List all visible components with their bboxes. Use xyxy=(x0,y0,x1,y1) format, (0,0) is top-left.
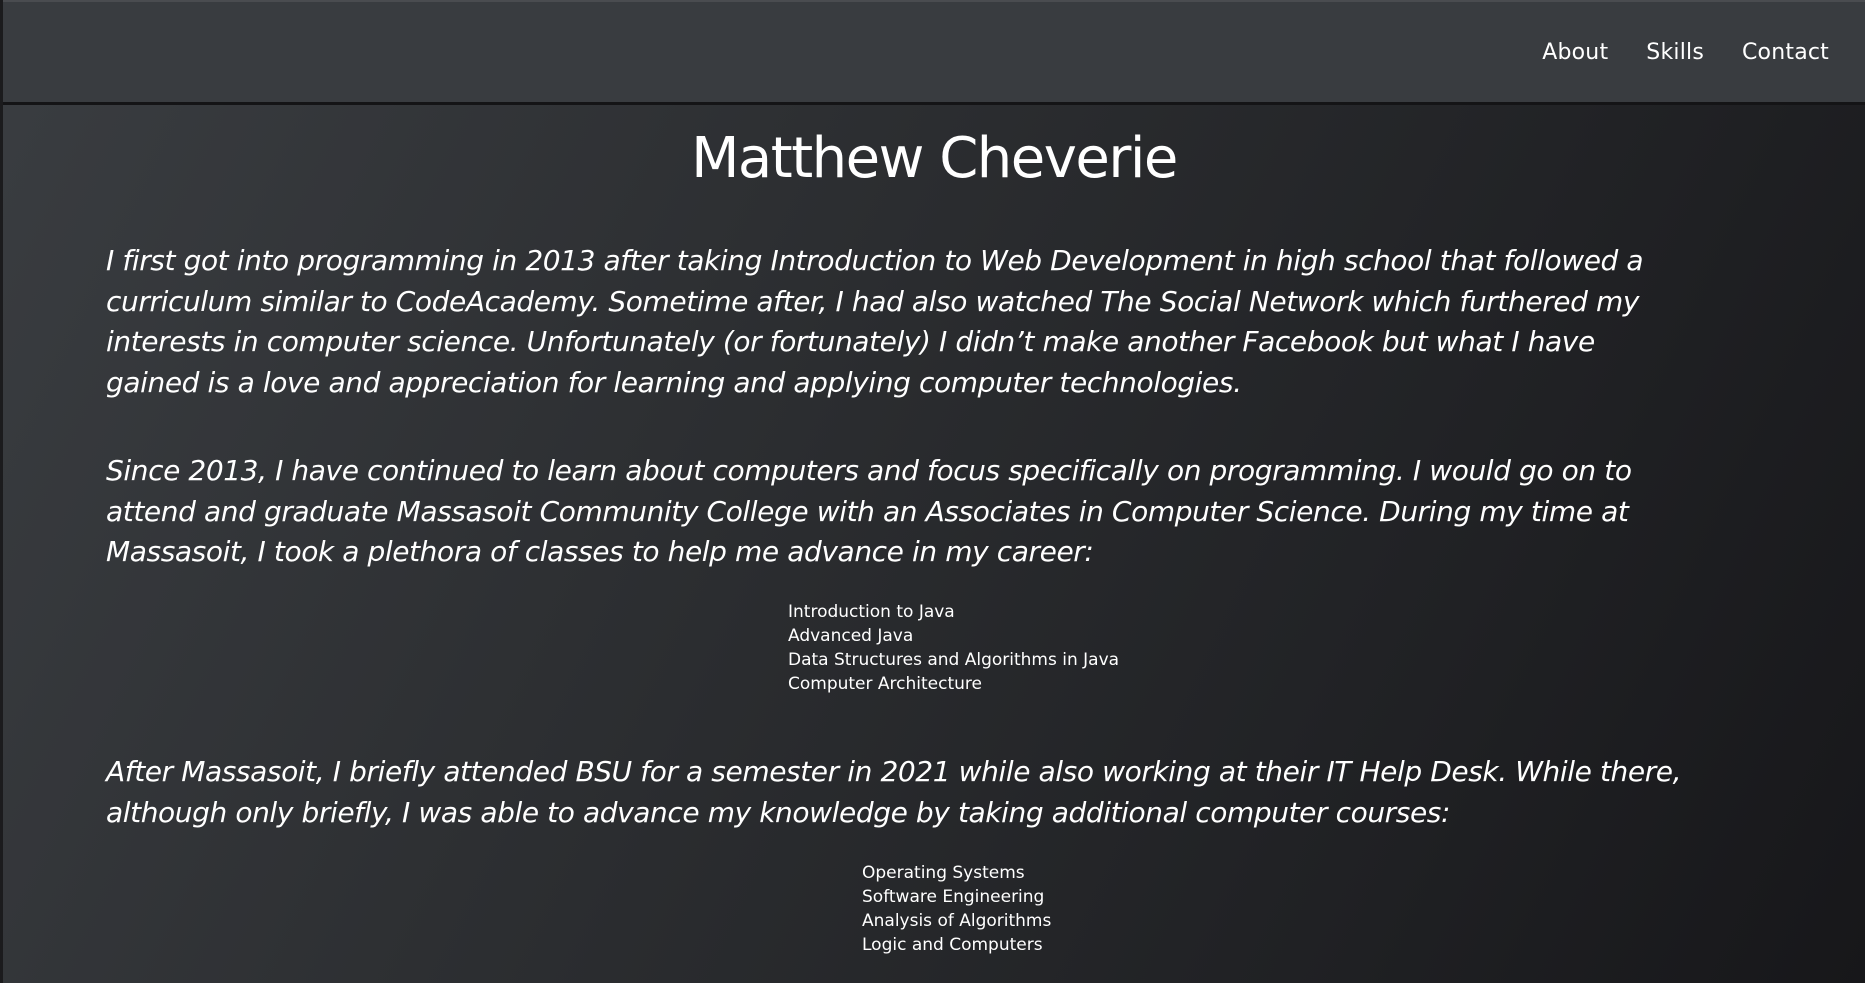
navbar: About Skills Contact xyxy=(3,0,1865,105)
massasoit-course-list: Introduction to Java Advanced Java Data … xyxy=(788,600,1119,696)
bsu-course-list: Operating Systems Software Engineering A… xyxy=(862,861,1051,957)
list-item: Advanced Java xyxy=(788,626,914,646)
nav-links: About Skills Contact xyxy=(1542,40,1829,65)
list-item: Operating Systems xyxy=(862,863,1025,883)
list-item: Computer Architecture xyxy=(788,674,982,694)
nav-link-about[interactable]: About xyxy=(1542,40,1608,65)
page-title: Matthew Cheverie xyxy=(691,126,1178,191)
list-item: Software Engineering xyxy=(862,887,1045,907)
list-item: Analysis of Algorithms xyxy=(862,911,1052,931)
page: About Skills Contact Matthew Cheverie I … xyxy=(0,0,1865,983)
list-item: Data Structures and Algorithms in Java xyxy=(788,650,1120,670)
about-paragraph-massasoit: Since 2013, I have continued to learn ab… xyxy=(106,454,1632,568)
list-item: Introduction to Java xyxy=(788,602,955,622)
about-paragraph-intro: I first got into programming in 2013 aft… xyxy=(106,244,1644,399)
list-item: Logic and Computers xyxy=(862,935,1043,955)
about-paragraph-bsu: After Massasoit, I briefly attended BSU … xyxy=(106,755,1682,829)
nav-link-contact[interactable]: Contact xyxy=(1742,40,1829,65)
nav-link-skills[interactable]: Skills xyxy=(1646,40,1704,65)
